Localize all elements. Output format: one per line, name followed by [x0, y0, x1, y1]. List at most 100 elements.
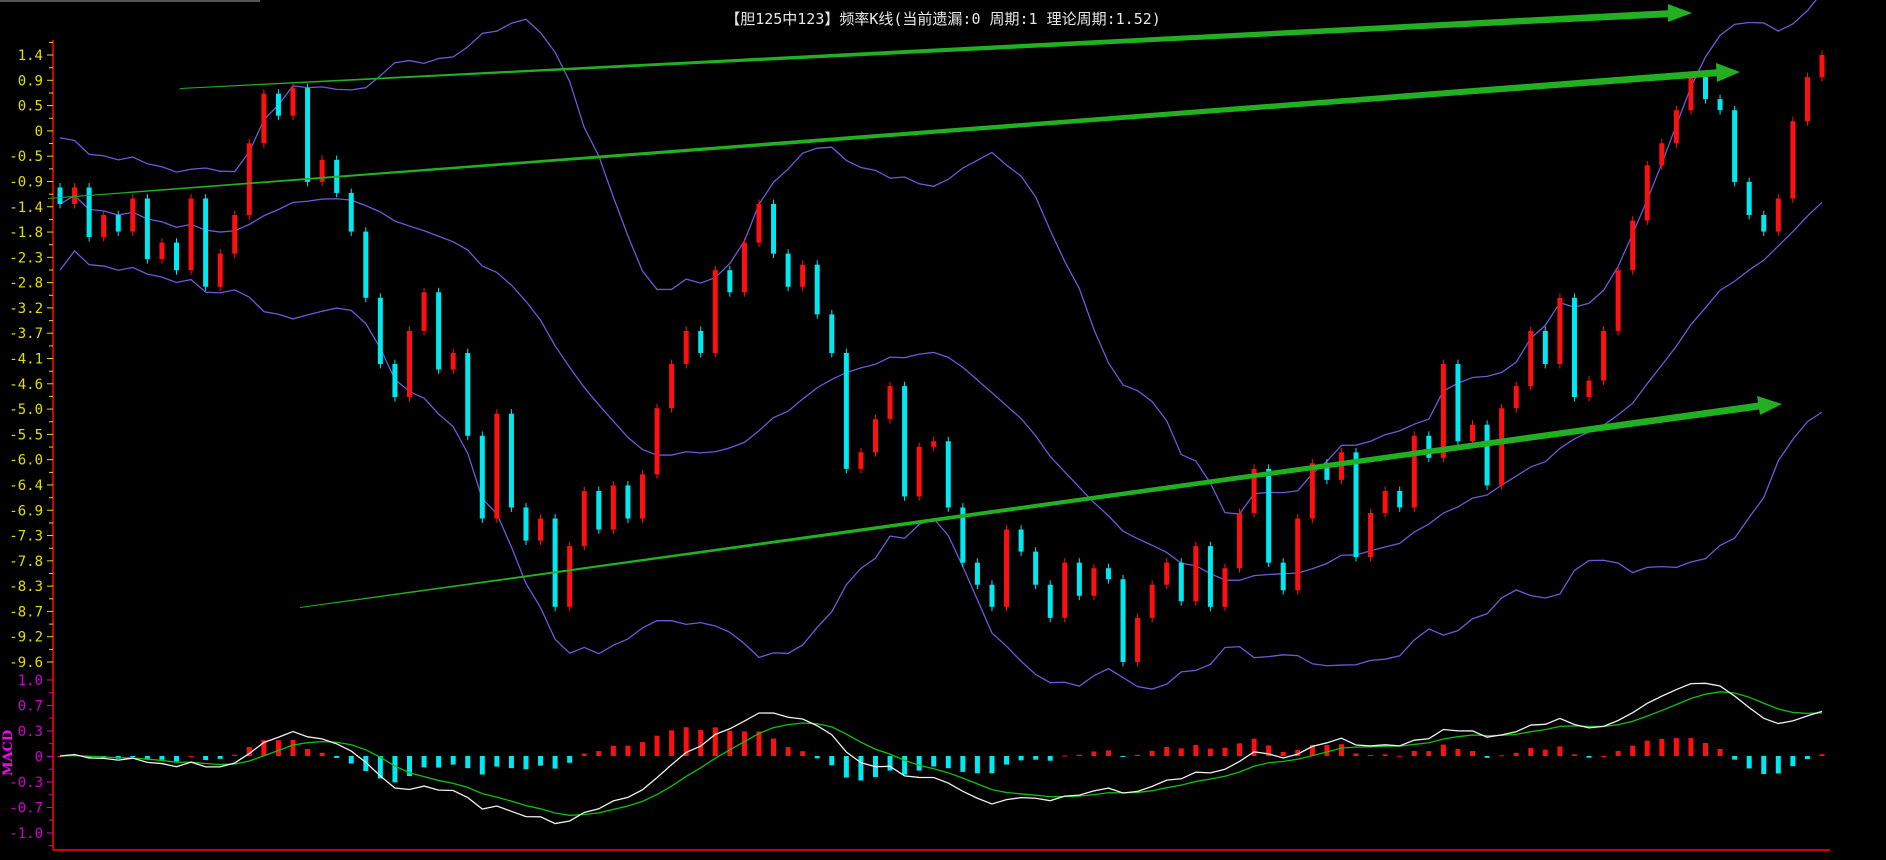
candle-down — [144, 198, 150, 260]
y-tick-label: -8.3 — [9, 579, 43, 595]
macd-histogram-bar — [698, 729, 704, 756]
macd-histogram-bar — [1513, 752, 1519, 756]
macd-histogram-bar — [945, 756, 951, 769]
macd-histogram-bar — [1222, 747, 1228, 756]
y-tick-label: -2.8 — [9, 276, 43, 292]
macd-histogram-bar — [1280, 751, 1286, 756]
macd-histogram-bar — [1018, 756, 1024, 761]
candle-up — [246, 143, 252, 216]
macd-histogram-bar — [232, 754, 238, 756]
macd-histogram-bar — [305, 748, 311, 756]
macd-tick-label: -0.7 — [9, 801, 43, 817]
candle-down — [377, 297, 383, 365]
macd-histogram-bar — [916, 756, 922, 771]
macd-histogram-bar — [421, 756, 427, 768]
macd-histogram-bar — [1601, 755, 1607, 757]
macd-histogram-bar — [989, 756, 995, 774]
macd-histogram-bar — [159, 756, 165, 760]
macd-histogram-bar — [756, 731, 762, 756]
y-tick-label: -6.0 — [9, 453, 43, 469]
macd-histogram-bar — [1105, 750, 1111, 756]
y-tick-label: -5.0 — [9, 402, 43, 418]
candle-up — [406, 330, 412, 398]
candle-up — [741, 242, 747, 293]
macd-histogram-bar — [639, 742, 645, 756]
trend-arrow-2 — [48, 69, 1720, 199]
macd-histogram-bar — [1630, 745, 1636, 756]
macd-histogram-bar — [173, 756, 179, 762]
macd-histogram-bar — [1790, 756, 1796, 767]
candle-down — [115, 215, 121, 232]
macd-histogram-bar — [800, 751, 806, 756]
candle-down — [392, 364, 398, 398]
y-tick-label: -6.4 — [9, 478, 43, 494]
macd-histogram-bar — [1338, 744, 1344, 756]
macd-histogram-bar — [727, 730, 733, 756]
candle-down — [814, 264, 820, 315]
candle-down — [348, 192, 354, 232]
macd-histogram-bar — [1440, 744, 1446, 756]
y-tick-label: -5.5 — [9, 427, 43, 443]
candle-up — [1440, 364, 1446, 458]
macd-histogram-bar — [1091, 751, 1097, 756]
trend-arrow-1 — [180, 10, 1672, 89]
macd-histogram-bar — [392, 756, 398, 783]
candle-down — [436, 292, 442, 370]
candle-down — [1571, 297, 1577, 398]
candle-down — [625, 485, 631, 519]
macd-histogram-bar — [479, 756, 485, 775]
macd-histogram-bar — [203, 756, 209, 760]
candle-up — [1470, 424, 1476, 442]
macd-histogram-bar — [1804, 756, 1810, 759]
candle-up — [1673, 110, 1679, 144]
candle-up — [1149, 584, 1155, 618]
candle-up — [1237, 513, 1243, 569]
candle-down — [1746, 181, 1752, 216]
macd-histogram-bar — [1353, 753, 1359, 756]
candle-down — [552, 518, 558, 607]
macd-histogram-bar — [1746, 756, 1752, 769]
candle-up — [1557, 297, 1563, 365]
candle-up — [1804, 77, 1810, 122]
candle-down — [902, 386, 908, 497]
macd-histogram-bar — [625, 745, 631, 756]
candle-up — [1004, 529, 1010, 607]
candle-down — [1033, 551, 1039, 585]
macd-histogram-bar — [1397, 755, 1403, 757]
macd-histogram-bar — [1557, 746, 1563, 756]
macd-histogram-bar — [1120, 756, 1126, 757]
macd-histogram-bar — [436, 756, 442, 768]
candle-up — [1615, 270, 1621, 331]
candle-up — [581, 490, 587, 547]
candle-up — [1164, 562, 1170, 585]
macd-histogram-bar — [1673, 738, 1679, 756]
axis-labels: 1.4 0.9 0.5 0 -0.5 -0.9 -1.4 -1.8 -2.3 -2.8 -3.2 -3… — [1, 48, 43, 842]
macd-histogram-bar — [1324, 745, 1330, 756]
candle-up — [1062, 562, 1068, 618]
candle-up — [567, 546, 573, 607]
candle-up — [610, 485, 616, 530]
macd-histogram-bar — [669, 730, 675, 756]
candle-up — [494, 413, 500, 519]
candle-up — [188, 198, 194, 271]
candle-down — [1353, 452, 1359, 558]
candle-down — [523, 507, 529, 541]
macd-histogram-bar — [508, 756, 514, 769]
y-tick-label: -3.2 — [9, 301, 43, 317]
macd-tick-label: 0.7 — [18, 699, 43, 715]
candle-down — [1455, 364, 1461, 442]
macd-histogram-bar — [858, 756, 864, 781]
y-tick-label: -4.1 — [9, 352, 43, 368]
candle-down — [305, 88, 311, 182]
candle-down — [1732, 110, 1738, 182]
candle-up — [1499, 408, 1505, 486]
candle-up — [1309, 463, 1315, 519]
candle-down — [1105, 568, 1111, 580]
candle-down — [1484, 424, 1490, 486]
candle-down — [974, 562, 980, 585]
candle-up — [1775, 198, 1781, 232]
trend-arrow-1-head — [1668, 4, 1692, 22]
candle-down — [173, 242, 179, 271]
macd-histogram-bar — [465, 756, 471, 769]
candle-up — [931, 441, 937, 447]
